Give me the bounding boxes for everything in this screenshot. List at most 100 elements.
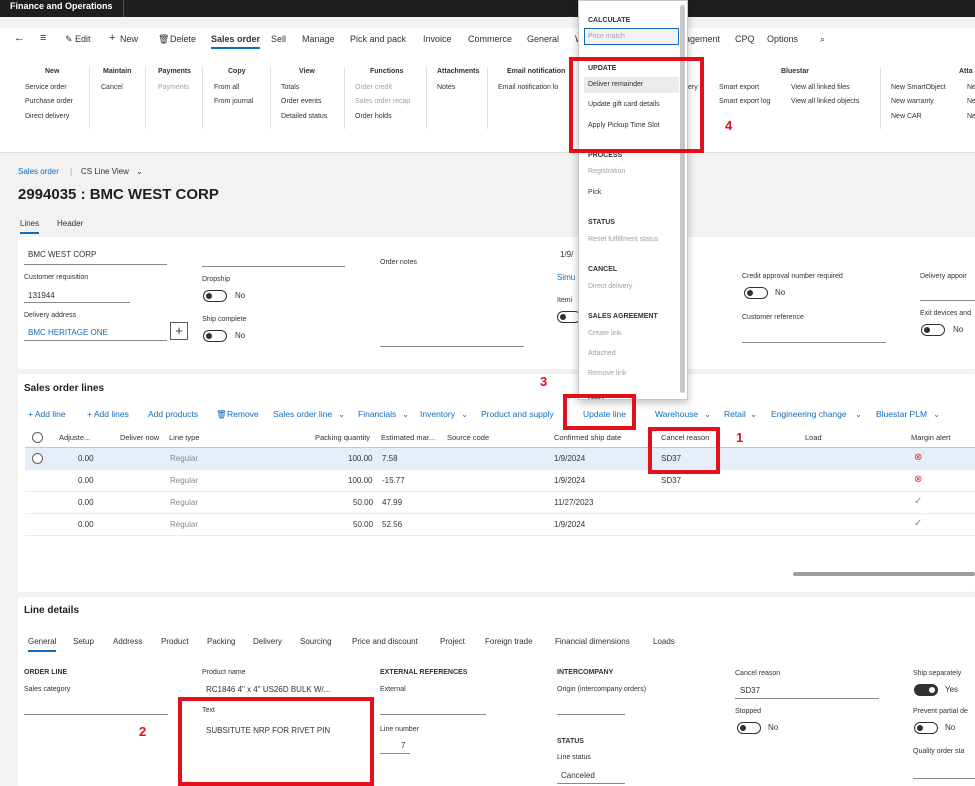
- ribbon-notes[interactable]: Notes: [437, 84, 455, 91]
- credit-approval-toggle[interactable]: [744, 287, 768, 299]
- simulation-link[interactable]: Simu: [557, 273, 575, 282]
- add-products-button[interactable]: Add products: [148, 409, 198, 419]
- customer-name[interactable]: BMC WEST CORP: [28, 250, 96, 259]
- col-margin-alert[interactable]: Margin alert: [911, 433, 951, 442]
- tab-commerce[interactable]: Commerce: [468, 34, 512, 44]
- tab-pick-and-pack[interactable]: Pick and pack: [350, 34, 406, 44]
- tab-header[interactable]: Header: [57, 219, 83, 228]
- chevron-down-icon[interactable]: ⌄: [402, 409, 409, 420]
- delete-icon[interactable]: 🗑: [158, 34, 169, 45]
- ribbon-new-car[interactable]: New CAR: [891, 113, 922, 120]
- menu-registration[interactable]: Registration: [588, 168, 625, 175]
- col-packing-quantity[interactable]: Packing quantity: [315, 433, 370, 442]
- inventory-menu[interactable]: Inventory: [420, 409, 455, 419]
- ld-tab-price-and-discount[interactable]: Price and discount: [352, 637, 418, 646]
- ribbon-ne-3[interactable]: Ne: [967, 113, 975, 120]
- ld-tab-sourcing[interactable]: Sourcing: [300, 637, 332, 646]
- search-icon[interactable]: ⌕: [820, 34, 825, 45]
- menu-direct-delivery[interactable]: Direct delivery: [588, 283, 632, 290]
- ribbon-new-warranty[interactable]: New warranty: [891, 98, 934, 105]
- price-match-item[interactable]: Price match: [584, 28, 679, 45]
- ld-tab-packing[interactable]: Packing: [207, 637, 235, 646]
- ld-tab-financial-dimensions[interactable]: Financial dimensions: [555, 637, 630, 646]
- line-status-field[interactable]: Canceled: [561, 771, 595, 780]
- retail-menu[interactable]: Retail: [724, 409, 746, 419]
- ribbon-cancel[interactable]: Cancel: [101, 84, 123, 91]
- table-row[interactable]: 0.00 Regular 50.00 52.56 1/9/2024 ✓: [25, 514, 975, 536]
- col-deliver-now[interactable]: Deliver now: [120, 433, 159, 442]
- tab-management-partial[interactable]: agement: [685, 34, 720, 44]
- chevron-down-icon[interactable]: ⌄: [338, 409, 345, 420]
- ribbon-email-notification-log[interactable]: Email notification lo: [498, 84, 558, 91]
- ribbon-view-linked-files[interactable]: View all linked files: [791, 84, 850, 91]
- cancel-reason-field[interactable]: SD37: [740, 686, 760, 695]
- breadcrumb-sales-order[interactable]: Sales order: [18, 167, 59, 176]
- prevent-partial-toggle[interactable]: [914, 722, 938, 734]
- edit-icon[interactable]: ✎: [65, 34, 73, 45]
- ld-tab-product[interactable]: Product: [161, 637, 189, 646]
- ribbon-from-journal[interactable]: From journal: [214, 98, 253, 105]
- ribbon-new-smartobject[interactable]: New SmartObject: [891, 84, 946, 91]
- chevron-down-icon[interactable]: ⌄: [461, 409, 468, 420]
- add-lines-button[interactable]: + Add lines: [87, 409, 129, 419]
- ld-tab-loads[interactable]: Loads: [653, 637, 675, 646]
- remove-button[interactable]: Remove: [227, 409, 259, 419]
- ship-separately-toggle[interactable]: [914, 684, 938, 696]
- chevron-down-icon[interactable]: ⌄: [136, 167, 143, 176]
- new-icon[interactable]: +: [109, 32, 115, 44]
- stopped-toggle[interactable]: [737, 722, 761, 734]
- tab-manage[interactable]: Manage: [302, 34, 335, 44]
- product-name-field[interactable]: RC1846 4" x 4" US26D BULK W/...: [206, 685, 330, 694]
- ribbon-smart-export[interactable]: Smart export: [719, 84, 759, 91]
- chevron-down-icon[interactable]: ⌄: [933, 409, 940, 420]
- ribbon-ne-2[interactable]: Ne: [967, 98, 975, 105]
- tab-invoice[interactable]: Invoice: [423, 34, 452, 44]
- ribbon-direct-delivery[interactable]: Direct delivery: [25, 113, 69, 120]
- delete-button[interactable]: Delete: [170, 34, 196, 44]
- dropship-toggle[interactable]: [203, 290, 227, 302]
- menu-remove-link[interactable]: Remove link: [588, 370, 627, 377]
- horizontal-scrollbar[interactable]: [793, 572, 975, 576]
- ld-tab-address[interactable]: Address: [113, 637, 142, 646]
- customer-requisition-field[interactable]: 131944: [28, 291, 55, 300]
- ld-tab-delivery[interactable]: Delivery: [253, 637, 282, 646]
- chevron-down-icon[interactable]: ⌄: [704, 409, 711, 420]
- new-button[interactable]: New: [120, 34, 138, 44]
- ld-tab-general[interactable]: General: [28, 637, 57, 652]
- ribbon-service-order[interactable]: Service order: [25, 84, 67, 91]
- tab-sell[interactable]: Sell: [271, 34, 286, 44]
- line-number-field[interactable]: 7: [401, 741, 405, 750]
- product-and-supply-menu[interactable]: Product and supply: [481, 409, 554, 419]
- ribbon-detailed-status[interactable]: Detailed status: [281, 113, 327, 120]
- select-all-radio[interactable]: [32, 432, 43, 443]
- tab-general[interactable]: General: [527, 34, 559, 44]
- ribbon-totals[interactable]: Totals: [281, 84, 299, 91]
- col-line-type[interactable]: Line type: [169, 433, 199, 442]
- edit-button[interactable]: Edit: [75, 34, 91, 44]
- warehouse-menu[interactable]: Warehouse: [655, 409, 698, 419]
- chevron-down-icon[interactable]: ⌄: [855, 409, 862, 420]
- ld-tab-foreign-trade[interactable]: Foreign trade: [485, 637, 533, 646]
- ribbon-from-all[interactable]: From all: [214, 84, 239, 91]
- engineering-change-menu[interactable]: Engineering change: [771, 409, 847, 419]
- menu-icon[interactable]: ≡: [40, 32, 46, 44]
- col-adjusted[interactable]: Adjuste...: [59, 433, 90, 442]
- table-row[interactable]: 0.00 Regular 100.00 7.58 1/9/2024 SD37 ⊗: [25, 448, 975, 470]
- table-row[interactable]: 0.00 Regular 100.00 -15.77 1/9/2024 SD37…: [25, 470, 975, 492]
- col-source-code[interactable]: Source code: [447, 433, 489, 442]
- menu-create-link[interactable]: Create link: [588, 330, 621, 337]
- menu-reset-fulfillment-status[interactable]: Reset fulfillment status: [588, 236, 658, 243]
- tab-options[interactable]: Options: [767, 34, 798, 44]
- chevron-down-icon[interactable]: ⌄: [750, 409, 757, 420]
- row-select-radio[interactable]: [32, 453, 43, 464]
- breadcrumb-view[interactable]: CS Line View: [81, 167, 129, 176]
- ribbon-payments[interactable]: Payments: [158, 84, 189, 91]
- tab-cpq[interactable]: CPQ: [735, 34, 755, 44]
- add-address-button[interactable]: +: [170, 322, 188, 340]
- tab-sales-order[interactable]: Sales order: [211, 34, 261, 49]
- financials-menu[interactable]: Financials: [358, 409, 396, 419]
- menu-attached[interactable]: Attached: [588, 350, 616, 357]
- col-load[interactable]: Load: [805, 433, 822, 442]
- ld-tab-setup[interactable]: Setup: [73, 637, 94, 646]
- col-confirmed-ship-date[interactable]: Confirmed ship date: [554, 433, 621, 442]
